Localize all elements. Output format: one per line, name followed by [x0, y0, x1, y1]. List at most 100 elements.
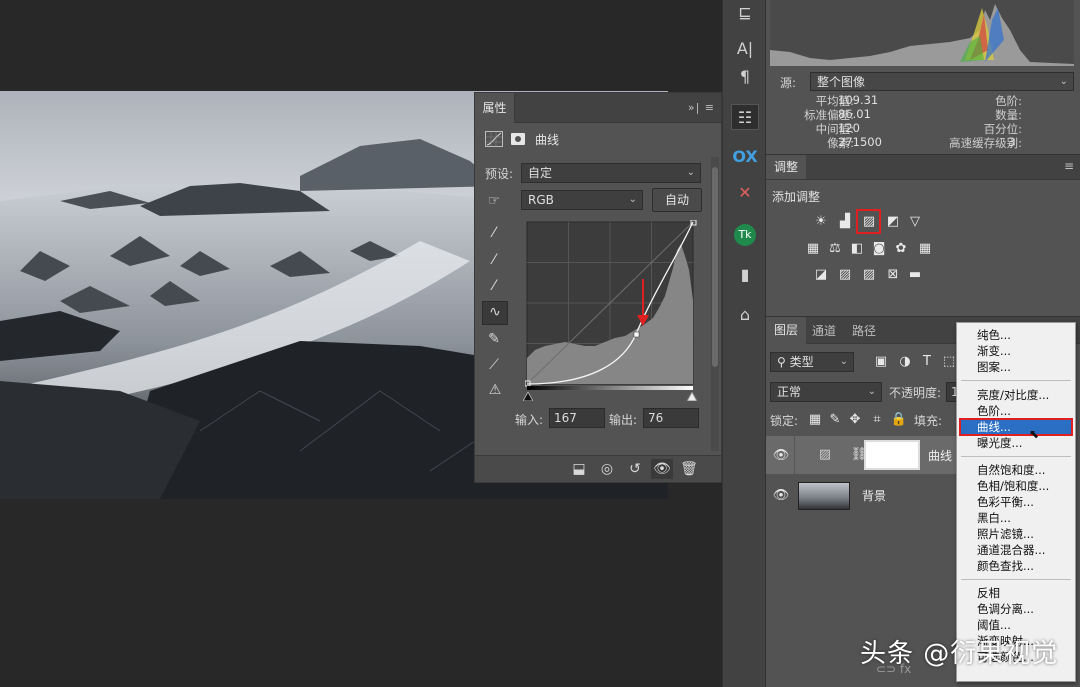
channel-select[interactable]: RGB ⌄ — [521, 190, 643, 210]
gradient-bar — [527, 386, 693, 390]
menu-item-photo-filter[interactable]: 照片滤镜... — [977, 526, 1034, 542]
levels-icon[interactable]: ▟ — [836, 214, 854, 230]
tab-paths[interactable]: 路径 — [852, 322, 876, 339]
trash-icon[interactable]: 🗑 — [679, 459, 699, 479]
black-point-eyedropper-icon[interactable]: ⁄ — [484, 223, 504, 243]
posterize-icon[interactable]: ▨ — [836, 267, 854, 283]
layer-row[interactable]: 👁 背景 — [766, 476, 956, 514]
menu-item-vibrance[interactable]: 自然饱和度... — [977, 462, 1045, 478]
menu-item-brightness-contrast[interactable]: 亮度/对比度... — [977, 387, 1049, 403]
menu-item-levels[interactable]: 色阶... — [977, 403, 1011, 419]
tab-layers[interactable]: 图层 — [766, 317, 806, 344]
panel-menu-icon[interactable]: »| ≡ — [688, 101, 715, 114]
input-field[interactable]: 167 — [549, 408, 605, 428]
menu-separator — [961, 456, 1071, 457]
blend-mode-select[interactable]: 正常 ⌄ — [770, 382, 882, 402]
plugin-x-icon[interactable]: ✕ — [731, 180, 759, 206]
plugin-ox-icon[interactable]: OX — [731, 144, 759, 170]
paragraph-icon[interactable]: ¶ — [731, 64, 759, 90]
vibrance-icon[interactable]: ▽ — [906, 214, 924, 230]
preset-select[interactable]: 自定 ⌄ — [521, 163, 701, 183]
layer-mask-thumbnail[interactable] — [864, 440, 920, 470]
photo-filter-icon[interactable]: ◙ — [870, 241, 888, 257]
mask-icon[interactable] — [511, 133, 525, 145]
visibility-icon[interactable]: 👁 — [772, 448, 790, 464]
menu-item-color-balance[interactable]: 色彩平衡... — [977, 494, 1034, 510]
menu-item-color-lookup[interactable]: 颜色查找... — [977, 558, 1034, 574]
layer-filter-select[interactable]: ⚲ 类型 ⌄ — [770, 352, 854, 372]
panel-menu-icon[interactable]: ≡ — [1064, 159, 1074, 173]
brightness-contrast-icon[interactable]: ☀ — [812, 214, 830, 230]
curve-point-handle[interactable] — [633, 331, 640, 338]
menu-item-gradient[interactable]: 渐变... — [977, 343, 1011, 359]
paragraph-styles-icon[interactable]: ⊑ — [731, 0, 759, 26]
properties-panel-header: 属性 »| ≡ — [475, 93, 721, 123]
curve-point-tool-icon[interactable]: ∿ — [482, 301, 508, 325]
output-field[interactable]: 76 — [643, 408, 699, 428]
invert-icon[interactable]: ◪ — [812, 267, 830, 283]
watermark-text: 头条 @衍果视觉 — [860, 639, 1059, 669]
menu-item-posterize[interactable]: 色调分离... — [977, 601, 1034, 617]
white-point-eyedropper-icon[interactable]: ⁄ — [484, 276, 504, 296]
black-white-icon[interactable]: ◧ — [848, 241, 866, 257]
menu-item-curves[interactable]: 曲线... — [977, 419, 1011, 435]
color-balance-icon[interactable]: ⚖ — [826, 241, 844, 257]
lock-transparent-icon[interactable]: ▦ — [806, 412, 824, 428]
menu-item-solid-color[interactable]: 纯色... — [977, 327, 1011, 343]
menu-item-exposure[interactable]: 曝光度... — [977, 435, 1022, 451]
plugin-tk-icon[interactable]: Tk — [731, 220, 759, 246]
visibility-icon[interactable]: 👁 — [772, 488, 790, 504]
visibility-icon[interactable]: 👁 — [651, 459, 673, 479]
clip-to-layer-icon[interactable]: ⬓ — [569, 459, 589, 479]
gray-point-eyedropper-icon[interactable]: ⁄ — [484, 250, 504, 270]
menu-item-black-white[interactable]: 黑白... — [977, 510, 1011, 526]
filter-type-icon[interactable]: T — [918, 354, 936, 370]
character-icon[interactable]: A| — [731, 36, 759, 62]
source-select[interactable]: 整个图像 ⌄ — [810, 72, 1074, 91]
lock-pixels-icon[interactable]: ✎ — [826, 412, 844, 428]
clipping-warning-icon[interactable]: ⚠ — [482, 380, 508, 400]
menu-item-channel-mixer[interactable]: 通道混合器... — [977, 542, 1045, 558]
adjustment-type-label: 曲线 — [535, 133, 560, 147]
scrollbar[interactable] — [711, 157, 719, 451]
color-lookup-icon[interactable]: ▦ — [916, 241, 934, 257]
channel-mixer-icon[interactable]: ✿ — [892, 241, 910, 257]
smooth-curve-icon[interactable]: ⟋ — [484, 355, 504, 375]
histogram-graph — [770, 0, 1074, 66]
black-slider-icon[interactable] — [522, 390, 534, 404]
exposure-icon[interactable]: ◩ — [884, 214, 902, 230]
tab-adjustments[interactable]: 调整 — [766, 155, 806, 179]
menu-item-threshold[interactable]: 阈值... — [977, 617, 1011, 633]
lock-position-icon[interactable]: ✥ — [846, 412, 864, 428]
filter-adjustment-icon[interactable]: ◑ — [896, 354, 914, 370]
pencil-icon[interactable]: ✎ — [484, 329, 504, 349]
targeted-adjustment-icon[interactable]: ☞ — [484, 191, 504, 211]
reset-icon[interactable]: ↺ — [625, 459, 645, 479]
fill-label: 填充: — [914, 414, 943, 428]
filter-pixel-icon[interactable]: ▣ — [872, 354, 890, 370]
lock-artboard-icon[interactable]: ⌗ — [868, 412, 886, 428]
threshold-icon[interactable]: ▨ — [860, 267, 878, 283]
curves-graph[interactable] — [524, 219, 697, 390]
auto-button[interactable]: 自动 — [652, 188, 702, 212]
view-previous-state-icon[interactable]: ◎ — [597, 459, 617, 479]
mean-value: 109.31 — [838, 93, 879, 107]
lock-all-icon[interactable]: 🔒 — [890, 412, 908, 428]
brush-preset-icon[interactable]: ▮ — [731, 262, 759, 288]
camera-icon[interactable]: ⌂ — [731, 302, 759, 328]
blend-mode-value: 正常 — [777, 385, 802, 399]
menu-item-hue-saturation[interactable]: 色相/饱和度... — [977, 478, 1049, 494]
tab-properties[interactable]: 属性 — [475, 93, 515, 123]
white-slider-icon[interactable] — [686, 390, 698, 404]
filter-value: 类型 — [789, 355, 814, 369]
adjustments-sliders-icon[interactable]: ☷ — [731, 104, 759, 130]
hue-saturation-icon[interactable]: ▦ — [804, 241, 822, 257]
menu-item-pattern[interactable]: 图案... — [977, 359, 1011, 375]
tab-channels[interactable]: 通道 — [812, 322, 836, 339]
opacity-label: 不透明度: — [889, 386, 942, 400]
layer-thumbnail — [798, 482, 850, 510]
menu-item-invert[interactable]: 反相 — [977, 585, 1000, 601]
layer-row[interactable]: 👁 ▨ ⛓ 曲线 — [766, 436, 956, 474]
selective-color-icon[interactable]: ⊠ — [884, 267, 902, 283]
gradient-map-icon[interactable]: ▬ — [906, 267, 924, 283]
